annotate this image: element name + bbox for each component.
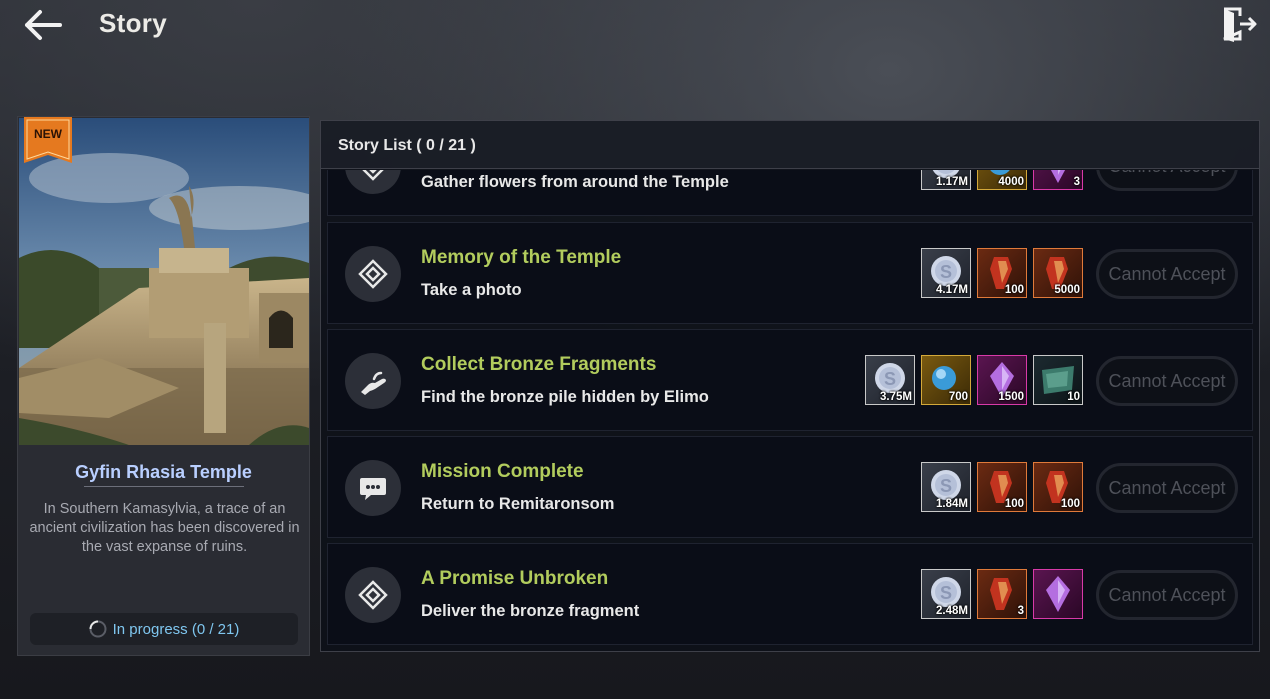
quest-description: Deliver the bronze fragment — [421, 602, 640, 620]
reward-item[interactable]: S 1.84M — [921, 462, 971, 512]
temple-image — [19, 118, 309, 445]
reward-list: S 3.75M 700 1500 10 — [865, 355, 1083, 407]
reward-quantity: 3.75M — [880, 391, 912, 403]
reward-item[interactable]: 3 — [977, 569, 1027, 619]
diamond-icon — [345, 567, 401, 623]
reward-item[interactable]: 100 — [977, 462, 1027, 512]
quest-name: Mission Complete — [421, 461, 584, 482]
cannot-accept-button[interactable]: Cannot Accept — [1096, 249, 1238, 299]
hand-icon — [345, 353, 401, 409]
reward-quantity: 10 — [1067, 391, 1080, 403]
quest-row[interactable]: Memory of the Temple Take a photo S 4.17M 10… — [327, 222, 1253, 324]
svg-text:S: S — [940, 583, 952, 603]
reward-item[interactable]: 3 — [1033, 170, 1083, 190]
reward-quantity: 3 — [1017, 605, 1024, 617]
story-list-panel: Story List ( 0 / 21 ) Gather flowers fro… — [320, 120, 1260, 652]
reward-list: S 4.17M 100 5000 — [921, 248, 1083, 300]
reward-item[interactable] — [1033, 569, 1083, 619]
back-button[interactable] — [22, 8, 62, 42]
spinner-icon — [89, 620, 107, 638]
reward-quantity: 1.17M — [936, 176, 968, 188]
reward-item[interactable]: 4000 — [977, 170, 1027, 190]
cannot-accept-button[interactable]: Cannot Accept — [1096, 570, 1238, 620]
quest-description: Gather flowers from around the Temple — [421, 173, 729, 191]
quest-row[interactable]: Gather flowers from around the Temple S 1.… — [327, 170, 1253, 216]
back-arrow-icon — [25, 10, 62, 40]
reward-item[interactable]: 700 — [921, 355, 971, 405]
reward-quantity: 2.48M — [936, 605, 968, 617]
new-badge-label: NEW — [34, 127, 62, 141]
quest-name: Memory of the Temple — [421, 247, 622, 268]
diamond-icon — [345, 170, 401, 194]
story-list-header: Story List ( 0 / 21 ) — [321, 121, 1259, 169]
reward-item[interactable]: S 4.17M — [921, 248, 971, 298]
reward-list: S 1.84M 100 100 — [921, 462, 1083, 514]
reward-item[interactable]: 5000 — [1033, 248, 1083, 298]
svg-text:S: S — [940, 262, 952, 282]
cannot-accept-button[interactable]: Cannot Accept — [1096, 463, 1238, 513]
reward-item[interactable]: S 2.48M — [921, 569, 971, 619]
reward-item[interactable]: 10 — [1033, 355, 1083, 405]
reward-quantity: 4000 — [998, 176, 1024, 188]
reward-list: S 2.48M 3 — [921, 569, 1083, 621]
diamond-icon — [345, 246, 401, 302]
reward-item[interactable]: S 3.75M — [865, 355, 915, 405]
quest-row[interactable]: Mission Complete Return to Remitaronsom S 1… — [327, 436, 1253, 538]
quest-row[interactable]: A Promise Unbroken Deliver the bronze fra… — [327, 543, 1253, 645]
svg-text:S: S — [884, 369, 896, 389]
new-badge: NEW — [24, 117, 72, 163]
quest-description: Take a photo — [421, 281, 522, 299]
quest-description: Return to Remitaronsom — [421, 495, 615, 513]
story-name: Gyfin Rhasia Temple — [75, 462, 252, 482]
progress-status: In progress (0 / 21) — [30, 613, 298, 645]
story-card[interactable]: NEW Gyfin Rhasia Temple In Southern Kama… — [17, 116, 310, 656]
reward-item[interactable]: 100 — [1033, 462, 1083, 512]
divider — [84, 486, 244, 487]
reward-quantity: 1.84M — [936, 498, 968, 510]
reward-list: S 1.17M 4000 3 — [921, 170, 1083, 192]
quest-name: A Promise Unbroken — [421, 568, 609, 589]
quest-name: Collect Bronze Fragments — [421, 354, 657, 375]
reward-item[interactable]: 1500 — [977, 355, 1027, 405]
reward-quantity: 100 — [1004, 284, 1024, 296]
reward-quantity: 700 — [948, 391, 968, 403]
reward-quantity: 100 — [1004, 498, 1024, 510]
svg-text:S: S — [940, 170, 952, 174]
svg-text:S: S — [940, 476, 952, 496]
reward-quantity: 100 — [1060, 498, 1080, 510]
cannot-accept-button[interactable]: Cannot Accept — [1096, 356, 1238, 406]
story-description: In Southern Kamasylvia, a trace of an an… — [29, 501, 300, 555]
cannot-accept-button[interactable]: Cannot Accept — [1096, 170, 1238, 191]
chat-bubble-icon — [345, 460, 401, 516]
quest-description: Find the bronze pile hidden by Elimo — [421, 388, 709, 406]
story-list[interactable]: Gather flowers from around the Temple S 1.… — [321, 170, 1259, 651]
story-list-title: Story List ( 0 / 21 ) — [338, 137, 476, 154]
reward-item[interactable]: S 1.17M — [921, 170, 971, 190]
reward-quantity: 5000 — [1054, 284, 1080, 296]
exit-door-icon — [1223, 7, 1257, 42]
progress-text: In progress (0 / 21) — [112, 620, 240, 638]
reward-item[interactable]: 100 — [977, 248, 1027, 298]
reward-quantity: 1500 — [998, 391, 1024, 403]
reward-quantity: 4.17M — [936, 284, 968, 296]
quest-row[interactable]: Collect Bronze Fragments Find the bronze … — [327, 329, 1253, 431]
exit-button[interactable] — [1220, 6, 1258, 42]
page-title: Story — [99, 8, 167, 38]
reward-quantity: 3 — [1073, 176, 1080, 188]
